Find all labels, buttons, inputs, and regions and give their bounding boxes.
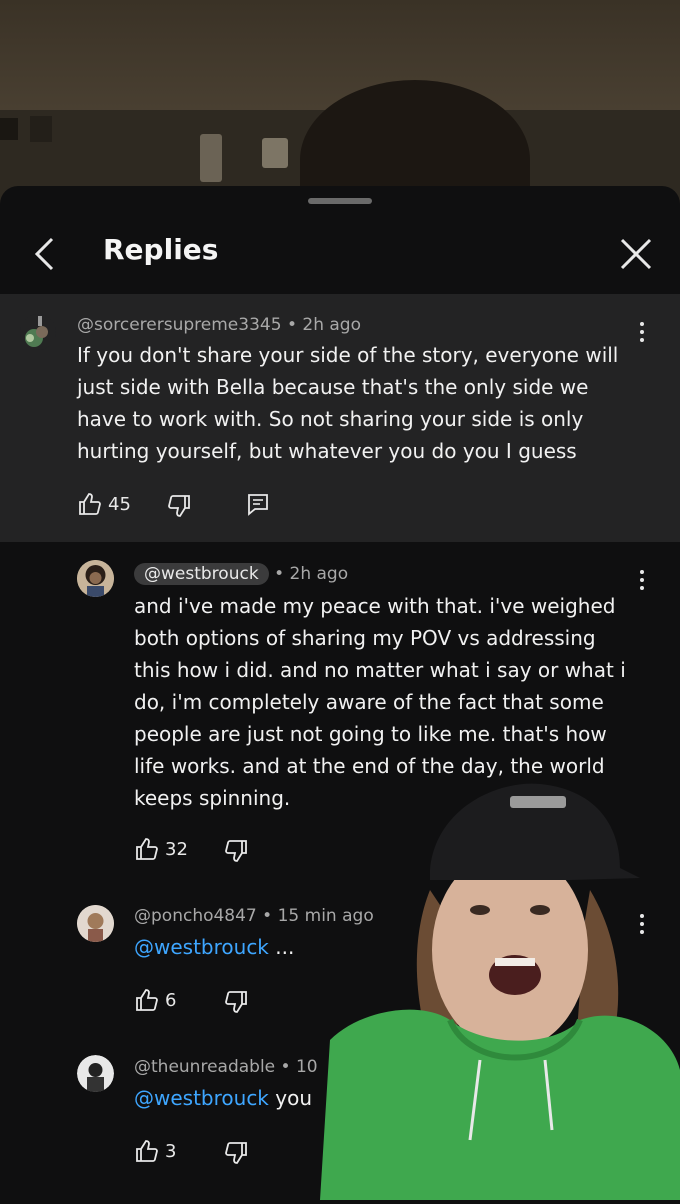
comment-line: and i've made my peace with that. i've w… xyxy=(134,594,616,618)
comment-meta: @westbrouck • 2h ago xyxy=(134,563,348,585)
creator-overlay xyxy=(320,770,680,1200)
avatar[interactable] xyxy=(20,314,56,350)
comment-line: people are just not going to like me. th… xyxy=(134,722,607,746)
thumbs-up-icon[interactable] xyxy=(135,988,159,1016)
comment-line: hurting yourself, but whatever you do yo… xyxy=(77,439,577,463)
avatar[interactable] xyxy=(77,1055,114,1092)
comment-line: do, i'm completely aware of the fact tha… xyxy=(134,690,604,714)
comment-meta: @sorcerersupreme3345 • 2h ago xyxy=(77,315,361,335)
comment-line: you xyxy=(275,1086,313,1110)
like-count: 45 xyxy=(108,494,131,515)
camera-background xyxy=(0,0,680,240)
thumbs-down-icon[interactable] xyxy=(167,494,191,522)
like-count: 3 xyxy=(165,1141,177,1162)
comment-line: If you don't share your side of the stor… xyxy=(77,343,619,367)
comment-line: this how i did. and no matter what i say… xyxy=(134,658,626,682)
comment-text: @westbrouck you xyxy=(134,1082,312,1114)
thumbs-down-icon[interactable] xyxy=(224,839,248,867)
creator-handle-badge[interactable]: @westbrouck xyxy=(134,563,269,585)
thumbs-up-icon[interactable] xyxy=(135,837,159,865)
back-chevron-icon[interactable] xyxy=(32,236,58,272)
sheet-drag-handle[interactable] xyxy=(308,198,372,204)
comment-time: 10 xyxy=(295,1057,318,1077)
comment-line: both options of sharing my POV vs addres… xyxy=(134,626,596,650)
reply-icon[interactable] xyxy=(246,492,270,520)
comment-time: 2h ago xyxy=(302,315,361,335)
comment-line: just side with Bella because that's the … xyxy=(77,375,589,399)
comment-author[interactable]: @poncho4847 xyxy=(134,906,257,926)
comment-text: @westbrouck ... xyxy=(134,931,294,963)
comment-time: 2h ago xyxy=(289,564,349,584)
comment-text: If you don't share your side of the stor… xyxy=(77,339,657,467)
mention-link[interactable]: @westbrouck xyxy=(134,935,269,959)
thumbs-down-icon[interactable] xyxy=(224,990,248,1018)
comment-line: ... xyxy=(275,935,295,959)
thumbs-down-icon[interactable] xyxy=(224,1141,248,1169)
like-count: 32 xyxy=(165,839,188,860)
avatar[interactable] xyxy=(77,560,114,597)
comment-meta: @theunreadable • 10 xyxy=(134,1057,318,1077)
page-title: Replies xyxy=(103,233,219,266)
mention-link[interactable]: @westbrouck xyxy=(134,1086,269,1110)
thumbs-up-icon[interactable] xyxy=(135,1139,159,1167)
comment-author[interactable]: @sorcerersupreme3345 xyxy=(77,315,282,335)
more-vert-icon[interactable] xyxy=(638,322,646,346)
like-count: 6 xyxy=(165,990,177,1011)
comment-author[interactable]: @theunreadable xyxy=(134,1057,275,1077)
avatar[interactable] xyxy=(77,905,114,942)
close-icon[interactable] xyxy=(618,236,654,272)
comment-line: have to work with. So not sharing your s… xyxy=(77,407,584,431)
thumbs-up-icon[interactable] xyxy=(78,492,102,520)
more-vert-icon[interactable] xyxy=(638,570,646,594)
